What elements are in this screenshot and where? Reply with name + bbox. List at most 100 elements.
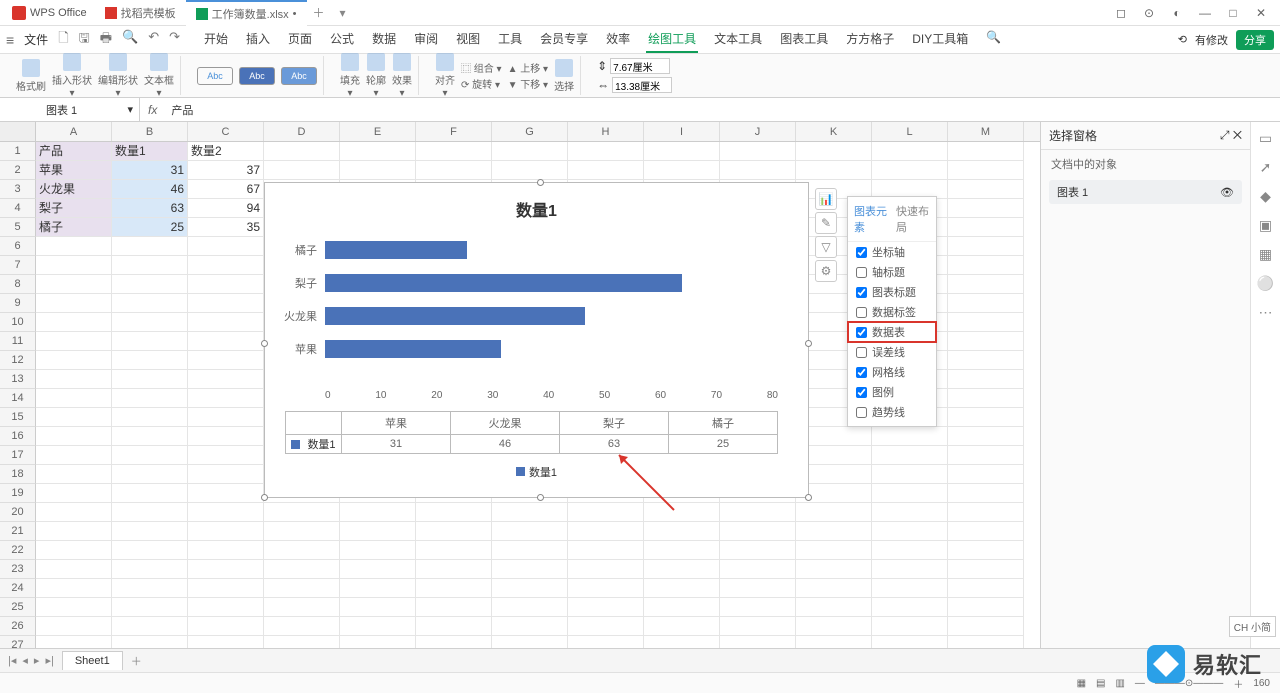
popup-item[interactable]: 趋势线 [848, 402, 936, 422]
cell[interactable] [872, 446, 948, 465]
popup-item[interactable]: 轴标题 [848, 262, 936, 282]
popup-checkbox[interactable] [856, 247, 867, 258]
style-2[interactable]: Abc [239, 67, 275, 85]
row-header[interactable]: 10 [0, 313, 36, 332]
cell[interactable] [872, 161, 948, 180]
cell[interactable] [568, 541, 644, 560]
cell[interactable] [948, 389, 1024, 408]
cell[interactable] [872, 598, 948, 617]
cell[interactable] [872, 503, 948, 522]
window-help-icon[interactable]: ⊙ [1142, 6, 1156, 20]
cell[interactable] [36, 617, 112, 636]
cell[interactable] [36, 370, 112, 389]
cell[interactable] [36, 446, 112, 465]
cell[interactable]: 25 [112, 218, 188, 237]
col-header[interactable]: L [872, 122, 948, 141]
cell[interactable] [644, 522, 720, 541]
select-all-corner[interactable] [0, 122, 36, 141]
cell[interactable] [872, 617, 948, 636]
row-header[interactable]: 8 [0, 275, 36, 294]
edit-shape-button[interactable]: 编辑形状 ▾ [98, 53, 138, 99]
cell[interactable] [188, 522, 264, 541]
hamburger-icon[interactable]: ≡ [6, 32, 14, 48]
cell[interactable] [948, 351, 1024, 370]
cell[interactable] [644, 161, 720, 180]
cell[interactable] [36, 598, 112, 617]
cell[interactable] [492, 579, 568, 598]
view-page-icon[interactable]: ▥ [1115, 678, 1124, 689]
row-header[interactable]: 23 [0, 560, 36, 579]
side-arrow-icon[interactable]: ➚ [1260, 159, 1272, 176]
cell[interactable] [36, 351, 112, 370]
tab-menu-button[interactable]: ▾ [331, 6, 355, 20]
cell[interactable] [112, 332, 188, 351]
cell[interactable] [948, 598, 1024, 617]
cell[interactable] [112, 579, 188, 598]
cell[interactable] [188, 579, 264, 598]
cell[interactable] [112, 427, 188, 446]
cell[interactable] [36, 389, 112, 408]
tab-efficiency[interactable]: 效率 [604, 26, 632, 53]
cell[interactable] [188, 541, 264, 560]
cell[interactable] [112, 351, 188, 370]
cell[interactable] [112, 370, 188, 389]
sheet-next-icon[interactable]: ▸ [34, 654, 40, 667]
cell[interactable] [188, 237, 264, 256]
cell[interactable] [948, 522, 1024, 541]
cell[interactable] [188, 427, 264, 446]
print-icon[interactable]: 🖶 [100, 29, 112, 51]
cell[interactable] [644, 617, 720, 636]
col-header[interactable]: D [264, 122, 340, 141]
doc-tab-template[interactable]: 找稻壳模板 [95, 0, 186, 26]
popup-item[interactable]: 数据表 [848, 322, 936, 342]
side-fx-icon[interactable]: ⚪ [1257, 275, 1274, 292]
zoom-out-icon[interactable]: — [1135, 678, 1145, 689]
row-header[interactable]: 12 [0, 351, 36, 370]
row-header[interactable]: 6 [0, 237, 36, 256]
chart-style-button[interactable]: ✎ [815, 212, 837, 234]
popup-item[interactable]: 坐标轴 [848, 242, 936, 262]
cell[interactable]: 31 [112, 161, 188, 180]
side-gallery-icon[interactable]: ▦ [1259, 246, 1272, 263]
cell[interactable] [796, 598, 872, 617]
cell[interactable] [36, 503, 112, 522]
row-header[interactable]: 16 [0, 427, 36, 446]
doc-tab-workbook[interactable]: 工作簿数量.xlsx • [186, 0, 307, 26]
sheet-tab[interactable]: Sheet1 [62, 651, 123, 670]
cell[interactable]: 35 [188, 218, 264, 237]
cell[interactable] [36, 427, 112, 446]
row-header[interactable]: 21 [0, 522, 36, 541]
cell[interactable] [112, 484, 188, 503]
cell[interactable] [112, 446, 188, 465]
new-icon[interactable]: 🗋 [58, 29, 68, 51]
row-header[interactable]: 11 [0, 332, 36, 351]
cell[interactable] [948, 332, 1024, 351]
cell[interactable] [872, 465, 948, 484]
insert-shape-button[interactable]: 插入形状 ▾ [52, 53, 92, 99]
cell[interactable]: 67 [188, 180, 264, 199]
cell[interactable]: 数量1 [112, 142, 188, 161]
chart-legend[interactable]: 数量1 [265, 464, 808, 480]
cell[interactable] [36, 332, 112, 351]
col-header[interactable]: E [340, 122, 416, 141]
tab-tools[interactable]: 工具 [496, 26, 524, 53]
sheet-prev-icon[interactable]: ◂ [22, 654, 28, 667]
formula-input[interactable]: 产品 [165, 102, 1280, 118]
outline-button[interactable]: 轮廓 ▾ [366, 53, 386, 99]
row-header[interactable]: 26 [0, 617, 36, 636]
pane-close-icon[interactable]: ✕ [1233, 128, 1242, 142]
cell[interactable] [492, 161, 568, 180]
tab-page[interactable]: 页面 [286, 26, 314, 53]
row-header[interactable]: 13 [0, 370, 36, 389]
cell[interactable] [644, 579, 720, 598]
cell[interactable] [796, 142, 872, 161]
cell[interactable] [796, 161, 872, 180]
side-layer-icon[interactable]: ▣ [1259, 217, 1272, 234]
cell[interactable]: 94 [188, 199, 264, 218]
cell[interactable] [948, 560, 1024, 579]
sheet-last-icon[interactable]: ▸| [45, 654, 53, 667]
popup-item[interactable]: 图例 [848, 382, 936, 402]
sync-icon[interactable]: ⟲ [1178, 33, 1187, 46]
cell[interactable] [948, 617, 1024, 636]
search-icon[interactable]: 🔍 [984, 26, 1003, 53]
